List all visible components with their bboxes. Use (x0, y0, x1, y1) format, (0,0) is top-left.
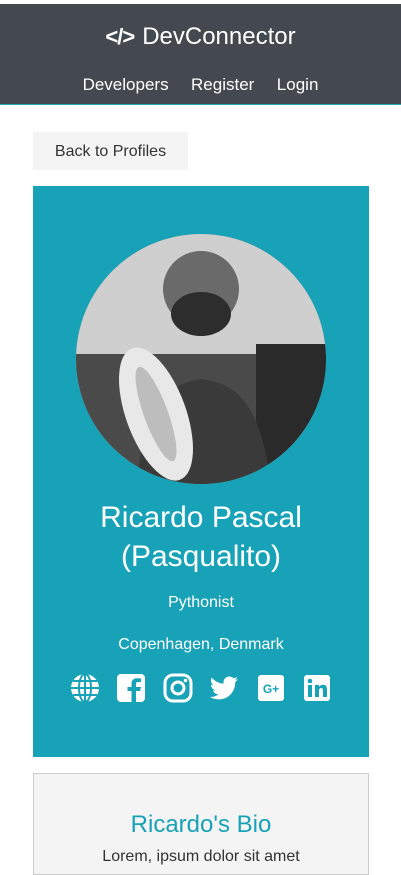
code-icon: </> (105, 24, 135, 49)
facebook-icon[interactable] (115, 672, 147, 704)
profile-name: Ricardo Pascal (Pasqualito) (33, 498, 369, 576)
bio-text: Lorem, ipsum dolor sit amet (102, 848, 300, 865)
avatar-photo (76, 234, 326, 484)
nav-links: Developers Register Login (0, 72, 401, 98)
profile-bio: Ricardo's Bio Lorem, ipsum dolor sit ame… (33, 773, 369, 875)
social-links: G+ (33, 672, 369, 708)
instagram-icon[interactable] (162, 672, 194, 704)
back-to-profiles-button[interactable]: Back to Profiles (33, 132, 188, 170)
nav-link-login[interactable]: Login (277, 75, 319, 94)
bio-heading: Ricardo's Bio (130, 811, 272, 838)
twitter-icon[interactable] (208, 672, 240, 704)
profile-title: Pythonist (168, 594, 234, 611)
brand-label: DevConnector (142, 23, 296, 50)
profile-location: Copenhagen, Denmark (118, 636, 284, 653)
profile-name-line1: Ricardo Pascal (100, 501, 302, 534)
profile-name-line2: (Pasqualito) (120, 540, 282, 573)
nav-link-register[interactable]: Register (191, 75, 254, 94)
google-plus-icon[interactable]: G+ (255, 672, 287, 704)
linkedin-icon[interactable] (301, 672, 333, 704)
profile-top: Ricardo Pascal (Pasqualito) Pythonist Co… (33, 186, 369, 757)
svg-text:G+: G+ (263, 682, 279, 696)
globe-icon[interactable] (69, 672, 101, 704)
nav-link-developers[interactable]: Developers (83, 75, 169, 94)
brand-link[interactable]: </> DevConnector (0, 20, 401, 54)
navbar: </> DevConnector Developers Register Logi… (0, 4, 401, 105)
avatar (76, 234, 326, 484)
page: </> DevConnector Developers Register Logi… (0, 0, 401, 875)
